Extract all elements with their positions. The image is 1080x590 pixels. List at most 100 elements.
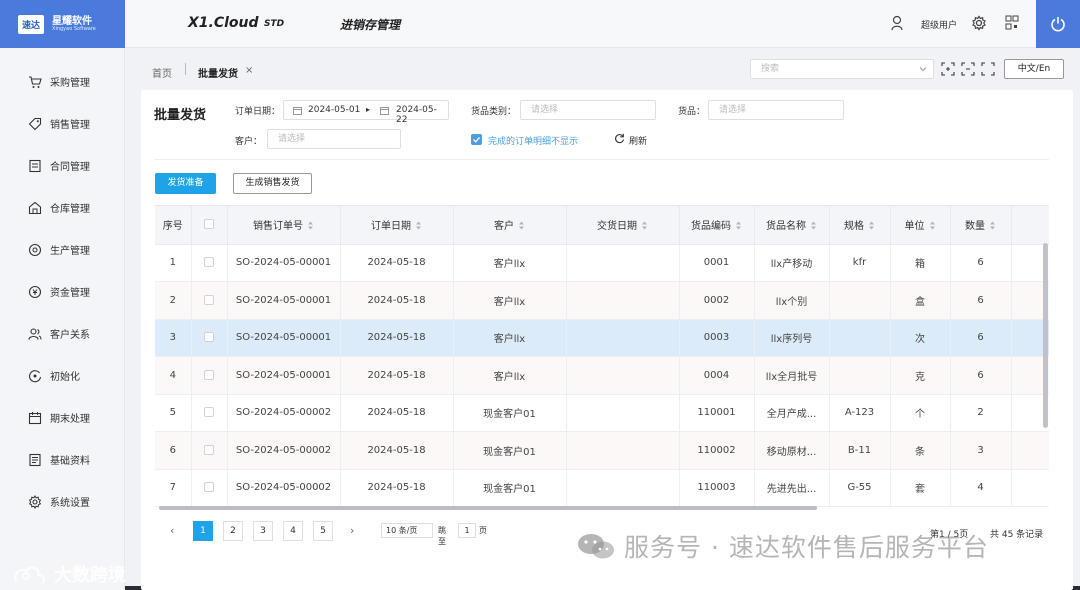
breadcrumb-home[interactable]: 首页 [152, 65, 172, 80]
sort-icon[interactable] [518, 221, 525, 230]
sidebar-item-crm[interactable]: 客户关系 [28, 326, 90, 341]
qrcode-icon[interactable] [1005, 15, 1019, 31]
row-checkbox[interactable] [204, 294, 214, 305]
column-header[interactable]: 订单日期 [340, 206, 454, 245]
generate-sales-delivery-button[interactable]: 生成销售发货 [233, 173, 312, 194]
table-cell [1011, 469, 1049, 507]
page-button[interactable]: 4 [283, 521, 303, 541]
sidebar-item-funds[interactable]: 资金管理 [28, 284, 90, 299]
tab-close-button[interactable]: × [245, 65, 253, 76]
expand-icon[interactable] [981, 62, 995, 76]
fullscreen-icon[interactable] [941, 62, 955, 76]
sidebar-item-production[interactable]: 生产管理 [28, 242, 90, 257]
exit-fullscreen-icon[interactable] [961, 62, 975, 76]
sort-icon[interactable] [810, 221, 817, 230]
table-row[interactable]: 1 SO-2024-05-00001 2024-05-18 客户llx 0001 llx产… [155, 244, 1049, 282]
table-cell [191, 281, 228, 320]
sort-icon[interactable] [929, 221, 936, 230]
table-cell: 套 [890, 469, 951, 507]
sidebar-item-contract[interactable]: 合同管理 [28, 158, 90, 173]
hide-completed-label[interactable]: 完成的订单明细不显示 [488, 134, 578, 147]
sidebar-item-purchase[interactable]: 采购管理 [28, 74, 90, 89]
language-toggle-button[interactable]: 中文/En [1004, 59, 1064, 79]
refresh-icon[interactable] [614, 133, 625, 144]
table-row[interactable]: 6 SO-2024-05-00002 2024-05-18 现金客户01 110002 移… [155, 431, 1049, 470]
column-header[interactable]: 序号 [155, 206, 192, 245]
select-all-checkbox[interactable] [204, 219, 214, 230]
table-cell: 2 [950, 394, 1012, 432]
sort-icon[interactable] [735, 221, 742, 230]
sidebar-item-sales[interactable]: 销售管理 [28, 116, 90, 131]
tab-batch-delivery[interactable]: 批量发货 [198, 65, 238, 80]
prev-page-button[interactable]: ‹ [170, 524, 174, 537]
order-date-range-picker[interactable]: 2024-05-01 ▸ 2024-05-22 [283, 100, 449, 125]
row-checkbox[interactable] [204, 407, 214, 418]
sort-icon[interactable] [415, 221, 422, 230]
sort-icon[interactable] [868, 221, 875, 230]
gear-icon[interactable] [971, 15, 987, 31]
sort-icon[interactable] [989, 221, 996, 230]
column-header[interactable]: 交货日期 [566, 206, 680, 245]
table-row[interactable]: 4 SO-2024-05-00001 2024-05-18 客户llx 0004 llx全… [155, 356, 1049, 395]
page-button[interactable]: 5 [313, 521, 333, 541]
row-checkbox[interactable] [204, 257, 214, 268]
table-row[interactable]: 5 SO-2024-05-00002 2024-05-18 现金客户01 110001 全… [155, 394, 1049, 432]
sidebar-item-period-end[interactable]: 期末处理 [28, 410, 90, 425]
refresh-button[interactable]: 刷新 [629, 134, 647, 147]
column-header[interactable]: 货品编码 [679, 206, 755, 245]
column-header[interactable] [191, 206, 228, 245]
table-header-row: 序号 销售订单号 订单日期 客户 交货日期 货品编码 货品名称 规格 单位 数量 已发货 [155, 206, 1049, 245]
vertical-scrollbar[interactable] [1043, 243, 1048, 428]
warehouse-icon [28, 201, 42, 214]
watermark-right-text: 服务号 · 速达软件售后服务平台 [624, 533, 989, 562]
column-header[interactable]: 已发货 [1011, 206, 1049, 245]
column-header[interactable]: 销售订单号 [227, 206, 341, 245]
row-checkbox[interactable] [204, 482, 214, 493]
table-cell: 2024-05-18 [340, 469, 454, 507]
table-row[interactable]: 3 SO-2024-05-00001 2024-05-18 客户llx 0003 llx序… [155, 319, 1049, 357]
sidebar-item-warehouse[interactable]: 仓库管理 [28, 200, 90, 215]
column-header[interactable]: 数量 [950, 206, 1012, 245]
row-checkbox[interactable] [204, 369, 214, 380]
column-header[interactable]: 货品名称 [754, 206, 830, 245]
goto-page-input[interactable]: 1 [458, 523, 476, 538]
row-checkbox[interactable] [204, 444, 214, 455]
table-cell [829, 281, 891, 320]
table-row[interactable]: 7 SO-2024-05-00002 2024-05-18 现金客户01 110003 先… [155, 469, 1049, 507]
sidebar-item-basic-data[interactable]: 基础资料 [28, 452, 90, 467]
logout-button[interactable] [1036, 0, 1080, 48]
table-cell [566, 281, 680, 320]
table-cell [829, 319, 891, 357]
sidebar-item-init[interactable]: 初始化 [28, 368, 80, 383]
table-cell [566, 244, 680, 282]
customer-select[interactable]: 请选择 [267, 129, 401, 149]
page-size-select[interactable]: 10 条/页 [381, 523, 433, 538]
horizontal-scrollbar[interactable] [159, 506, 817, 510]
sidebar-item-label: 采购管理 [50, 78, 90, 89]
logo-en: Xingyao Software [52, 25, 96, 32]
page-button[interactable]: 1 [193, 521, 213, 541]
user-name[interactable]: 超级用户 [921, 18, 957, 31]
next-page-button[interactable]: › [350, 524, 354, 537]
page-button[interactable]: 2 [223, 521, 243, 541]
chevron-down-icon[interactable] [918, 64, 928, 74]
user-icon[interactable] [891, 15, 905, 31]
hide-completed-checkbox[interactable] [471, 134, 482, 145]
sort-icon[interactable] [641, 221, 648, 230]
column-header-label: 数量 [965, 221, 985, 233]
row-checkbox[interactable] [204, 332, 214, 343]
sidebar-item-settings[interactable]: 系统设置 [28, 494, 90, 509]
category-select[interactable]: 请选择 [520, 100, 656, 120]
sidebar-item-label: 期末处理 [50, 414, 90, 425]
sort-icon[interactable] [307, 221, 314, 230]
table-cell: SO-2024-05-00001 [227, 319, 341, 357]
page-button[interactable]: 3 [253, 521, 273, 541]
column-header[interactable]: 规格 [829, 206, 891, 245]
table-row[interactable]: 2 SO-2024-05-00001 2024-05-18 客户llx 0002 llx个… [155, 281, 1049, 320]
prepare-delivery-button[interactable]: 发货准备 [155, 173, 216, 194]
goods-select[interactable]: 请选择 [708, 100, 844, 120]
column-header[interactable]: 单位 [890, 206, 951, 245]
goods-label: 货品： [678, 107, 706, 117]
global-search-input[interactable]: 搜索 [750, 59, 934, 79]
column-header[interactable]: 客户 [453, 206, 567, 245]
